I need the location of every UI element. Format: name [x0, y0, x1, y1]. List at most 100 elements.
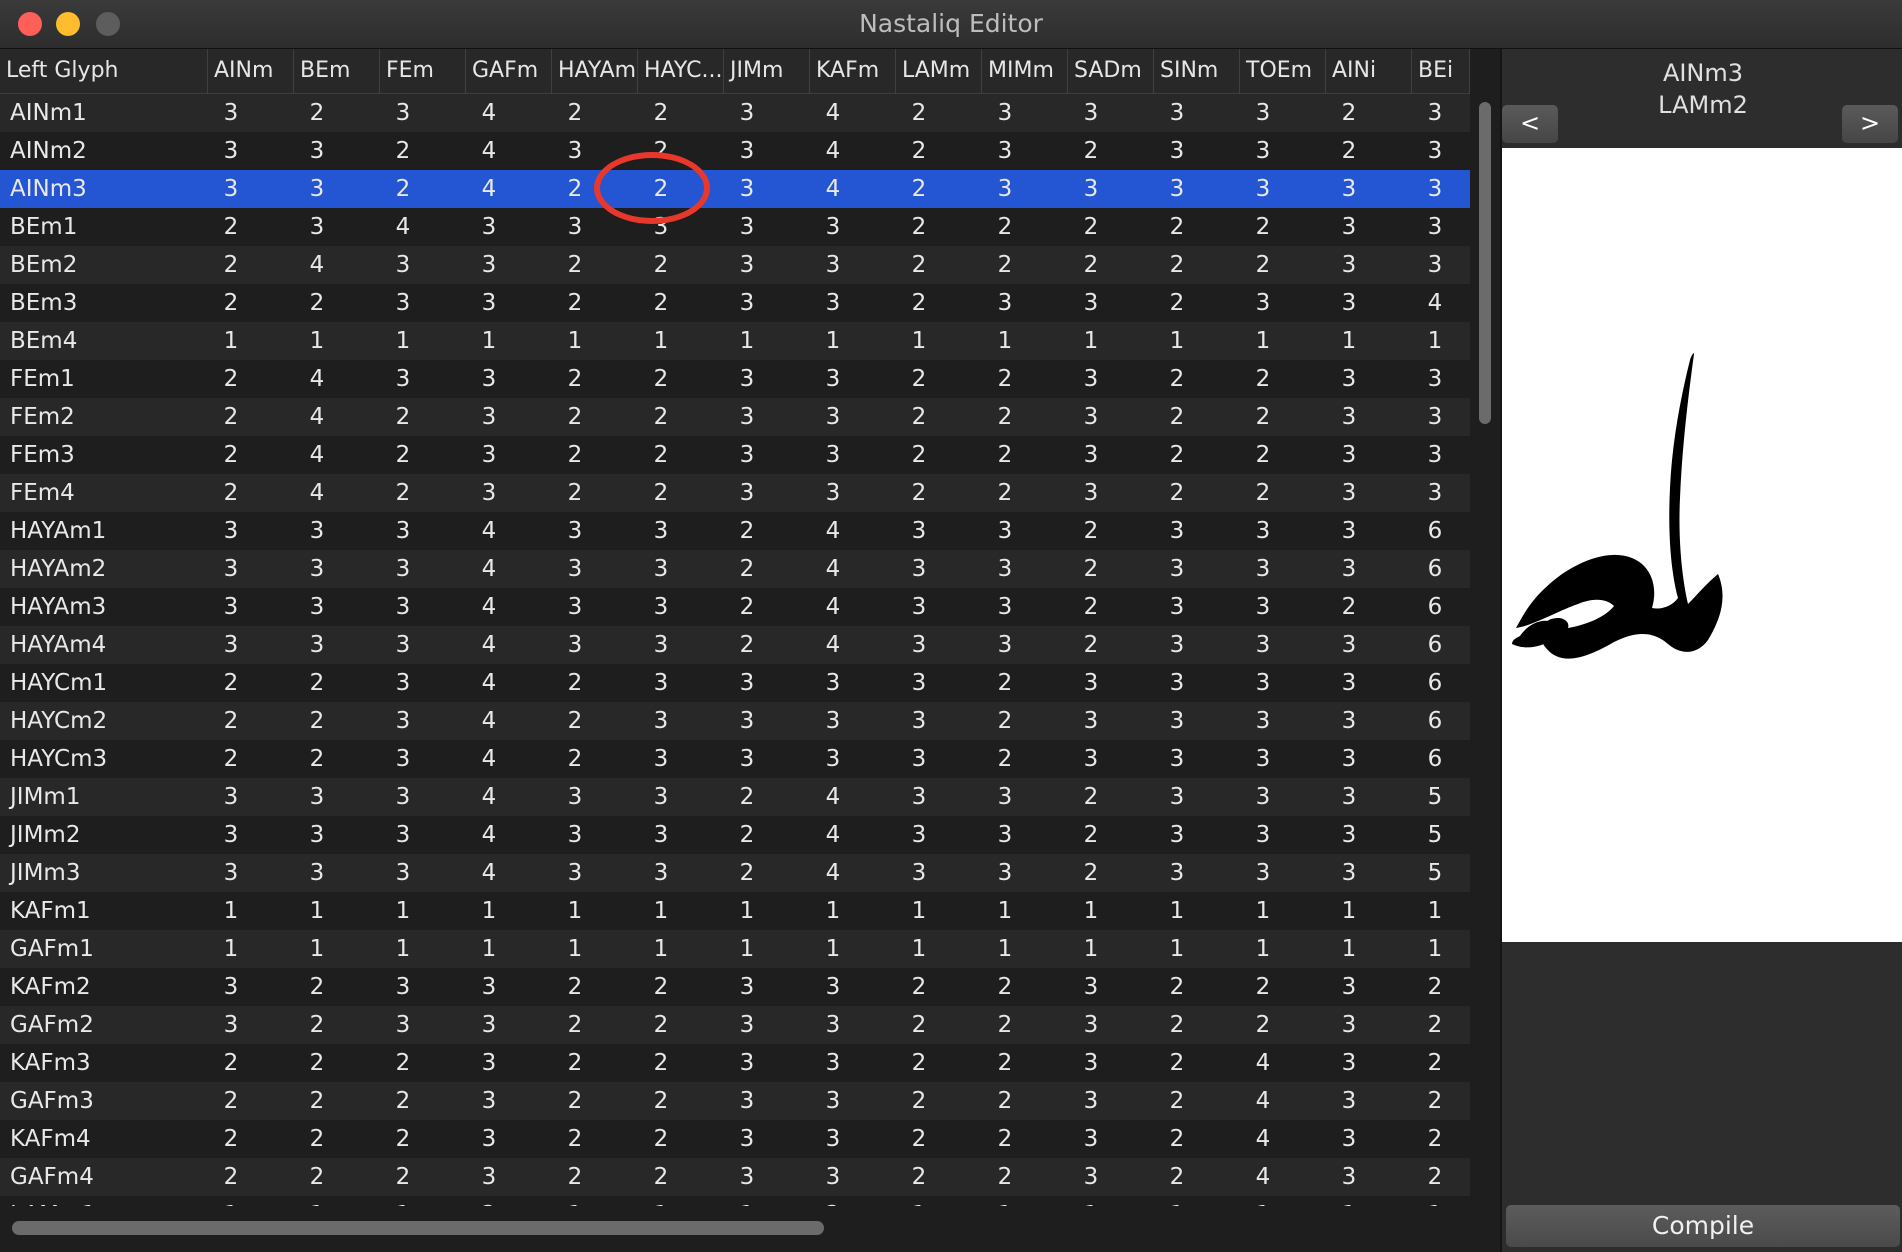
table-cell[interactable]: 1 — [1329, 322, 1369, 360]
table-cell[interactable]: 3 — [383, 968, 423, 1006]
table-cell[interactable]: 3 — [899, 740, 939, 778]
table-row[interactable]: HAYAm1 3 3 3 4 3 3 2 4 3 3 2 3 3 3 6 — [0, 512, 1470, 550]
table-row[interactable]: HAYAm4 3 3 3 4 3 3 2 4 3 3 2 3 3 3 6 — [0, 626, 1470, 664]
table-cell[interactable]: 3 — [727, 1006, 767, 1044]
table-cell[interactable]: 2 — [211, 246, 251, 284]
table-cell[interactable]: 4 — [469, 702, 509, 740]
table-cell[interactable]: 1 — [899, 892, 939, 930]
table-cell[interactable]: 3 — [727, 170, 767, 208]
table-cell[interactable]: 2 — [1243, 246, 1283, 284]
column-header[interactable]: LAMm — [896, 49, 982, 93]
table-cell[interactable]: 2 — [1071, 588, 1111, 626]
table-cell[interactable]: 2 — [383, 474, 423, 512]
table-cell[interactable]: 3 — [727, 1044, 767, 1082]
table-cell[interactable]: 2 — [727, 512, 767, 550]
table-cell[interactable]: 2 — [555, 1120, 595, 1158]
table-cell[interactable]: 1 — [641, 1196, 681, 1206]
table-cell[interactable]: 3 — [555, 854, 595, 892]
table-cell[interactable]: 1 — [813, 892, 853, 930]
table-cell[interactable]: 6 — [1415, 588, 1455, 626]
table-cell[interactable]: 2 — [1157, 1120, 1197, 1158]
table-cell[interactable]: 1 — [985, 322, 1025, 360]
table-cell[interactable]: 3 — [469, 1006, 509, 1044]
table-cell[interactable]: 3 — [1157, 170, 1197, 208]
table-row[interactable]: JIMm2 3 3 3 4 3 3 2 4 3 3 2 3 3 3 5 — [0, 816, 1470, 854]
table-cell[interactable]: 3 — [1071, 702, 1111, 740]
table-row[interactable]: JIMm3 3 3 3 4 3 3 2 4 3 3 2 3 3 3 5 — [0, 854, 1470, 892]
table-cell[interactable]: 2 — [1243, 398, 1283, 436]
table-row[interactable]: HAYAm3 3 3 3 4 3 3 2 4 3 3 2 3 3 2 6 — [0, 588, 1470, 626]
table-cell[interactable]: 2 — [641, 398, 681, 436]
column-header[interactable]: GAFm — [466, 49, 552, 93]
table-cell[interactable]: 2 — [1243, 208, 1283, 246]
table-cell[interactable]: 3 — [641, 854, 681, 892]
table-cell[interactable]: 4 — [469, 550, 509, 588]
table-cell[interactable]: 3 — [383, 246, 423, 284]
table-cell[interactable]: 1 — [1415, 930, 1455, 968]
table-cell[interactable]: 3 — [813, 436, 853, 474]
table-cell[interactable]: 4 — [383, 208, 423, 246]
table-cell[interactable]: 3 — [555, 512, 595, 550]
table-cell[interactable]: 2 — [297, 968, 337, 1006]
table-cell[interactable]: 2 — [899, 474, 939, 512]
table-cell[interactable]: 2 — [899, 132, 939, 170]
table-cell[interactable]: 2 — [985, 398, 1025, 436]
table-cell[interactable]: 2 — [985, 360, 1025, 398]
table-cell[interactable]: 3 — [1071, 284, 1111, 322]
table-cell[interactable]: 3 — [985, 854, 1025, 892]
table-cell[interactable]: 2 — [297, 740, 337, 778]
table-cell[interactable]: 1 — [383, 892, 423, 930]
table-cell[interactable]: 3 — [469, 1044, 509, 1082]
table-cell[interactable]: 3 — [641, 702, 681, 740]
table-cell[interactable]: 2 — [1243, 360, 1283, 398]
table-cell[interactable]: 4 — [813, 816, 853, 854]
table-cell[interactable]: 1 — [1071, 322, 1111, 360]
table-cell[interactable]: 2 — [383, 1082, 423, 1120]
table-cell[interactable]: 3 — [985, 132, 1025, 170]
table-cell[interactable]: 4 — [1243, 1044, 1283, 1082]
table-cell[interactable]: 3 — [727, 360, 767, 398]
table-cell[interactable]: 3 — [297, 626, 337, 664]
table-cell[interactable]: 3 — [469, 1120, 509, 1158]
table-cell[interactable]: 3 — [727, 740, 767, 778]
table-row[interactable]: BEm4 1 1 1 1 1 1 1 1 1 1 1 1 1 1 1 — [0, 322, 1470, 360]
table-cell[interactable]: 5 — [1415, 854, 1455, 892]
table-cell[interactable]: 3 — [1157, 588, 1197, 626]
table-cell[interactable]: 2 — [727, 626, 767, 664]
table-cell[interactable]: 2 — [297, 702, 337, 740]
table-cell[interactable]: 3 — [1415, 360, 1455, 398]
table-cell[interactable]: 1 — [985, 1196, 1025, 1206]
table-cell[interactable]: 2 — [1329, 132, 1369, 170]
column-header[interactable]: MIMm — [982, 49, 1068, 93]
table-cell[interactable]: 2 — [1157, 436, 1197, 474]
table-cell[interactable]: 2 — [1157, 1006, 1197, 1044]
table-cell[interactable]: 3 — [899, 512, 939, 550]
vertical-scrollbar[interactable] — [1470, 94, 1500, 1212]
table-cell[interactable]: 2 — [985, 968, 1025, 1006]
table-cell[interactable]: 2 — [383, 132, 423, 170]
table-cell[interactable]: 1 — [555, 930, 595, 968]
table-row[interactable]: KAFm4 2 2 2 3 2 2 3 3 2 2 3 2 4 3 2 — [0, 1120, 1470, 1158]
table-cell[interactable]: 2 — [383, 1044, 423, 1082]
table-cell[interactable]: 3 — [1157, 626, 1197, 664]
table-cell[interactable]: 2 — [985, 208, 1025, 246]
table-cell[interactable]: 2 — [211, 436, 251, 474]
table-cell[interactable]: 3 — [1243, 512, 1283, 550]
table-cell[interactable]: 1 — [1415, 1196, 1455, 1206]
table-cell[interactable]: 3 — [1415, 94, 1455, 132]
table-cell[interactable]: 2 — [1157, 474, 1197, 512]
table-cell[interactable]: 4 — [469, 94, 509, 132]
table-cell[interactable]: 2 — [211, 1120, 251, 1158]
table-cell[interactable]: 3 — [383, 854, 423, 892]
table-cell[interactable]: 2 — [1329, 94, 1369, 132]
table-cell[interactable]: 1 — [555, 892, 595, 930]
table-cell[interactable]: 2 — [641, 436, 681, 474]
table-cell[interactable]: 2 — [297, 1120, 337, 1158]
table-cell[interactable]: 3 — [1157, 816, 1197, 854]
table-cell[interactable]: 3 — [555, 208, 595, 246]
table-cell[interactable]: 3 — [1243, 94, 1283, 132]
table-cell[interactable]: 3 — [211, 854, 251, 892]
table-cell[interactable]: 4 — [469, 512, 509, 550]
table-cell[interactable]: 3 — [1243, 132, 1283, 170]
table-cell[interactable]: 3 — [985, 550, 1025, 588]
